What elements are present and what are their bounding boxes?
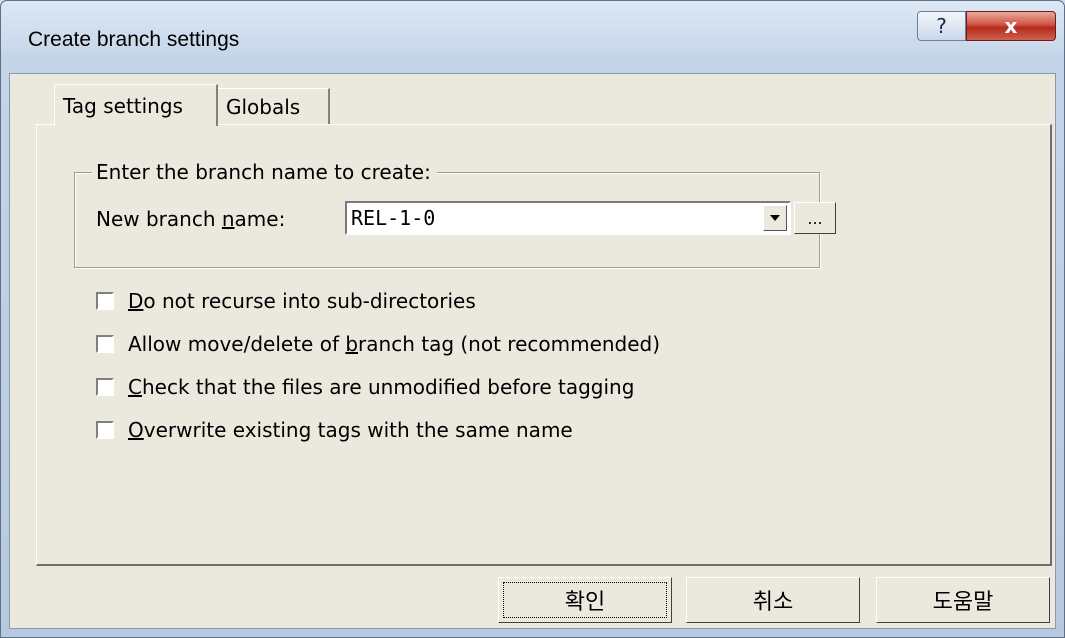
- label-rest: heck that the files are unmodified befor…: [141, 375, 635, 399]
- help-button[interactable]: 도움말: [876, 577, 1050, 623]
- checkbox-label: Overwrite existing tags with the same na…: [128, 418, 573, 442]
- browse-button[interactable]: ...: [794, 202, 836, 234]
- tab-label: Tag settings: [63, 93, 183, 118]
- mnemonic: C: [128, 375, 142, 399]
- checkbox-box[interactable]: [96, 378, 114, 396]
- dialog-client-area: Tag settings Globals Enter the branch na…: [9, 73, 1056, 629]
- help-icon: ?: [936, 14, 947, 38]
- tab-globals[interactable]: Globals: [218, 88, 330, 124]
- checkbox-allow-move-delete[interactable]: Allow move/delete of branch tag (not rec…: [96, 332, 660, 356]
- label-pre: Allow move/delete of: [128, 332, 346, 356]
- label-rest: o not recurse into sub-directories: [143, 289, 476, 313]
- checkbox-box[interactable]: [96, 335, 114, 353]
- help-title-button[interactable]: ?: [917, 11, 966, 41]
- dropdown-button[interactable]: [763, 205, 787, 231]
- checkbox-no-recurse[interactable]: Do not recurse into sub-directories: [96, 289, 476, 313]
- label-mnemonic: n: [221, 207, 235, 231]
- mnemonic: b: [345, 332, 359, 356]
- mnemonic: O: [128, 418, 144, 442]
- close-button[interactable]: x: [966, 11, 1056, 41]
- cancel-button[interactable]: 취소: [686, 577, 860, 623]
- checkbox-overwrite-tags[interactable]: Overwrite existing tags with the same na…: [96, 418, 573, 442]
- checkbox-label: Do not recurse into sub-directories: [128, 289, 476, 313]
- close-icon: x: [1004, 14, 1018, 38]
- checkbox-check-unmodified[interactable]: Check that the files are unmodified befo…: [96, 375, 634, 399]
- tab-label: Globals: [226, 94, 301, 119]
- label-rest: verwrite existing tags with the same nam…: [143, 418, 573, 442]
- checkbox-label: Check that the files are unmodified befo…: [128, 375, 634, 399]
- label-text-end: ame:: [234, 207, 286, 231]
- branch-name-combobox[interactable]: REL-1-0: [345, 201, 791, 235]
- ok-label: 확인: [564, 590, 606, 615]
- help-label: 도움말: [932, 590, 994, 615]
- branch-name-value[interactable]: REL-1-0: [351, 206, 435, 230]
- cancel-label: 취소: [752, 590, 794, 615]
- chevron-down-icon: [770, 215, 780, 221]
- window-title: Create branch settings: [28, 28, 240, 51]
- checkbox-box[interactable]: [96, 292, 114, 310]
- browse-label: ...: [807, 208, 823, 228]
- mnemonic: D: [128, 289, 144, 313]
- branch-name-label: New branch name:: [96, 207, 285, 231]
- label-rest: ranch tag (not recommended): [358, 332, 661, 356]
- title-bar[interactable]: Create branch settings ? x: [1, 1, 1064, 73]
- label-text: New branch: [96, 207, 222, 231]
- checkbox-label: Allow move/delete of branch tag (not rec…: [128, 332, 660, 356]
- tab-tag-settings[interactable]: Tag settings: [54, 84, 218, 126]
- groupbox-legend: Enter the branch name to create:: [92, 160, 437, 184]
- ok-button[interactable]: 확인: [498, 577, 672, 623]
- checkbox-box[interactable]: [96, 421, 114, 439]
- dialog-window: Create branch settings ? x Tag settings …: [0, 0, 1065, 638]
